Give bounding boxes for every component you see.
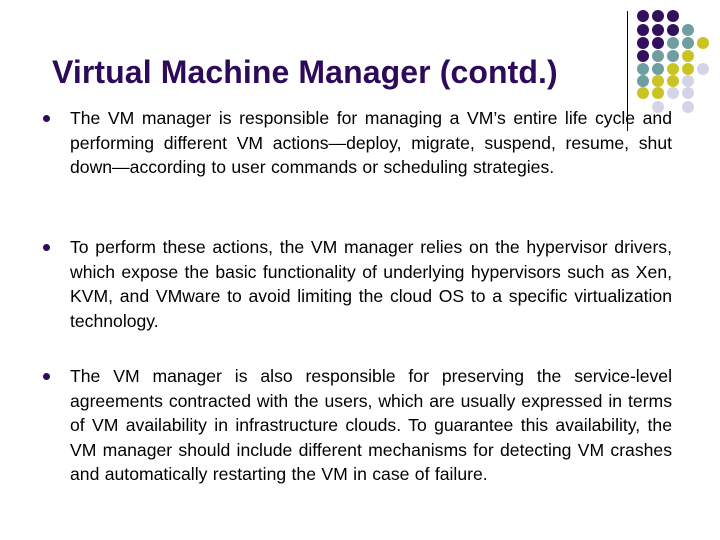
slide-title: Virtual Machine Manager (contd.)	[52, 54, 558, 90]
dot-yellow-icon	[682, 63, 694, 75]
dot-teal-icon	[667, 37, 679, 49]
dot-purple-icon	[667, 10, 679, 22]
dot-purple-icon	[637, 37, 649, 49]
dot-teal-icon	[637, 75, 649, 87]
dot-purple-icon	[652, 10, 664, 22]
dot-purple-icon	[637, 50, 649, 62]
dot-lavender-icon	[667, 87, 679, 99]
bullet-dot-icon	[43, 115, 50, 122]
dot-teal-icon	[652, 50, 664, 62]
dot-purple-icon	[652, 37, 664, 49]
dot-teal-icon	[652, 63, 664, 75]
dot-purple-icon	[637, 10, 649, 22]
dot-lavender-icon	[682, 75, 694, 87]
bullet-item: The VM manager is responsible for managi…	[43, 106, 672, 180]
dot-yellow-icon	[697, 37, 709, 49]
dot-teal-icon	[682, 37, 694, 49]
bullet-dot-icon	[43, 244, 50, 251]
bullet-item: To perform these actions, the VM manager…	[43, 235, 672, 333]
dot-yellow-icon	[652, 87, 664, 99]
dot-purple-icon	[637, 24, 649, 36]
dot-lavender-icon	[682, 101, 694, 113]
dot-lavender-icon	[697, 63, 709, 75]
dot-yellow-icon	[652, 75, 664, 87]
dot-yellow-icon	[637, 87, 649, 99]
dot-yellow-icon	[667, 75, 679, 87]
dot-yellow-icon	[682, 50, 694, 62]
bullet-text: To perform these actions, the VM manager…	[70, 237, 672, 331]
dot-purple-icon	[652, 24, 664, 36]
bullet-text: The VM manager is also responsible for p…	[70, 366, 672, 484]
bullet-item: The VM manager is also responsible for p…	[43, 364, 672, 487]
dot-teal-icon	[637, 63, 649, 75]
dot-teal-icon	[682, 24, 694, 36]
dot-yellow-icon	[667, 63, 679, 75]
dot-purple-icon	[667, 24, 679, 36]
bullet-text: The VM manager is responsible for managi…	[70, 108, 672, 177]
bullet-dot-icon	[43, 373, 50, 380]
dot-lavender-icon	[682, 87, 694, 99]
slide: Virtual Machine Manager (contd.) The VM …	[0, 0, 720, 540]
dot-teal-icon	[667, 50, 679, 62]
